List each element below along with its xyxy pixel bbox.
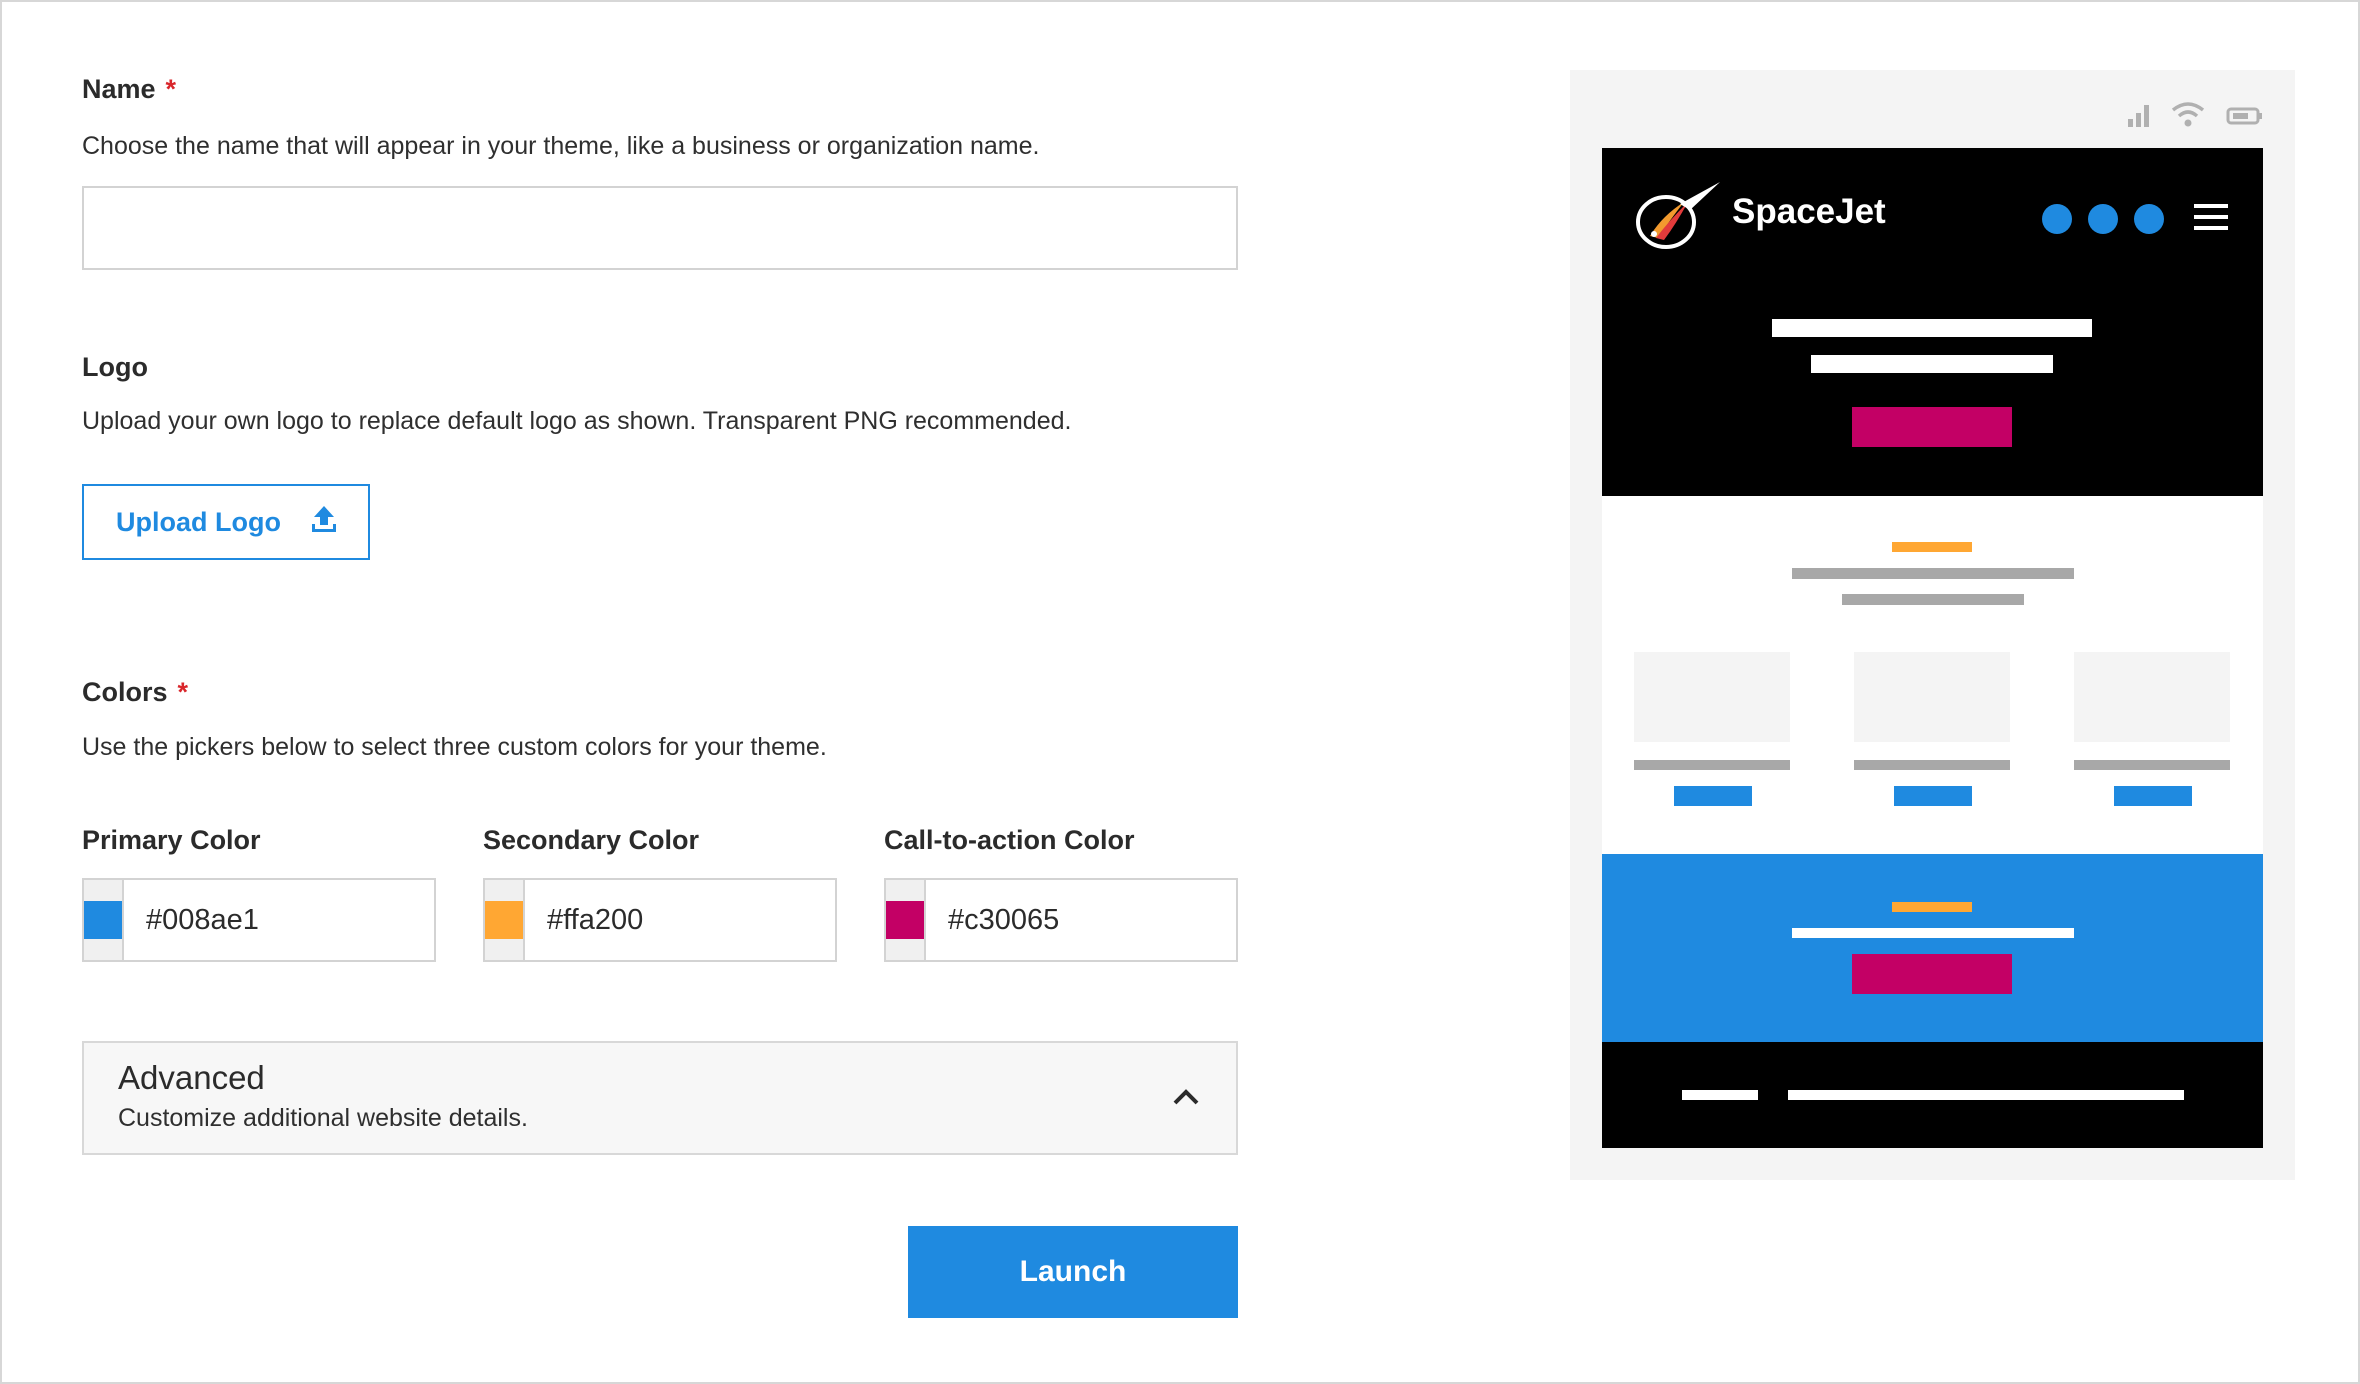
battery-icon xyxy=(2226,106,2264,131)
secondary-color-input[interactable] xyxy=(525,880,926,960)
logo-label: Logo xyxy=(82,352,148,382)
preview-text-line xyxy=(1634,760,1790,770)
wifi-icon xyxy=(2170,100,2206,133)
cta-color-field xyxy=(884,878,1327,962)
preview-feature-card xyxy=(1634,652,1790,742)
advanced-title: Advanced xyxy=(118,1059,265,1096)
phone-preview-screen: SpaceJet xyxy=(1602,148,2263,1148)
primary-color-input[interactable] xyxy=(124,880,525,960)
preview-text-line xyxy=(1772,319,2092,337)
primary-color-label: Primary Color xyxy=(82,825,261,855)
primary-color-field xyxy=(82,878,525,962)
preview-text-line xyxy=(1682,1090,1758,1100)
primary-color-swatch-button[interactable] xyxy=(84,880,124,960)
preview-text-line xyxy=(1788,1090,2184,1100)
preview-cta-button xyxy=(1852,954,2012,994)
colors-label: Colors * xyxy=(82,677,189,707)
page-frame: Name * Choose the name that will appear i… xyxy=(0,0,2360,1384)
preview-footer xyxy=(1602,1042,2263,1148)
rocket-logo-icon xyxy=(1634,178,1724,259)
preview-banner xyxy=(1602,854,2263,1042)
preview-text-line xyxy=(1842,594,2024,605)
preview-accent-line xyxy=(1892,542,1972,552)
logo-help-text: Upload your own logo to replace default … xyxy=(82,407,1072,435)
chevron-up-icon xyxy=(1172,1087,1200,1112)
preview-hero: SpaceJet xyxy=(1602,148,2263,496)
signal-icon xyxy=(2126,102,2154,133)
name-help-text: Choose the name that will appear in your… xyxy=(82,132,1040,160)
required-mark: * xyxy=(165,74,177,104)
colors-help-text: Use the pickers below to select three cu… xyxy=(82,733,827,761)
upload-logo-button[interactable]: Upload Logo xyxy=(82,484,370,560)
advanced-section-toggle[interactable]: Advanced Customize additional website de… xyxy=(82,1041,1238,1155)
cta-color-swatch xyxy=(886,901,924,939)
hamburger-menu-icon xyxy=(2194,202,2228,237)
cta-color-label: Call-to-action Color xyxy=(884,825,1135,855)
cta-color-swatch-button[interactable] xyxy=(886,880,926,960)
preview-social-dot xyxy=(2088,204,2118,234)
secondary-color-label: Secondary Color xyxy=(483,825,700,855)
preview-feature-card xyxy=(1854,652,2010,742)
preview-feature-button xyxy=(1674,786,1752,806)
preview-social-dot xyxy=(2042,204,2072,234)
preview-feature-button xyxy=(1894,786,1972,806)
primary-color-swatch xyxy=(84,901,122,939)
preview-text-line xyxy=(1811,355,2053,373)
theme-preview-panel: SpaceJet xyxy=(1570,70,2295,1180)
advanced-description: Customize additional website details. xyxy=(118,1104,528,1132)
name-label: Name * xyxy=(82,74,177,104)
preview-feature-card xyxy=(2074,652,2230,742)
preview-social-dot xyxy=(2134,204,2164,234)
name-input[interactable] xyxy=(82,186,1238,270)
required-mark: * xyxy=(177,677,189,707)
secondary-color-swatch-button[interactable] xyxy=(485,880,525,960)
preview-text-line xyxy=(2074,760,2230,770)
preview-text-line xyxy=(1792,928,2074,938)
upload-icon xyxy=(310,504,338,541)
preview-text-line xyxy=(1792,568,2074,579)
launch-button[interactable]: Launch xyxy=(908,1226,1238,1318)
preview-text-line xyxy=(1854,760,2010,770)
preview-accent-line xyxy=(1892,902,1972,912)
secondary-color-field xyxy=(483,878,926,962)
preview-feature-button xyxy=(2114,786,2192,806)
secondary-color-swatch xyxy=(485,901,523,939)
upload-logo-label: Upload Logo xyxy=(116,506,281,537)
cta-color-input[interactable] xyxy=(926,880,1327,960)
preview-cta-button xyxy=(1852,407,2012,447)
preview-brand-name: SpaceJet xyxy=(1732,192,1886,231)
